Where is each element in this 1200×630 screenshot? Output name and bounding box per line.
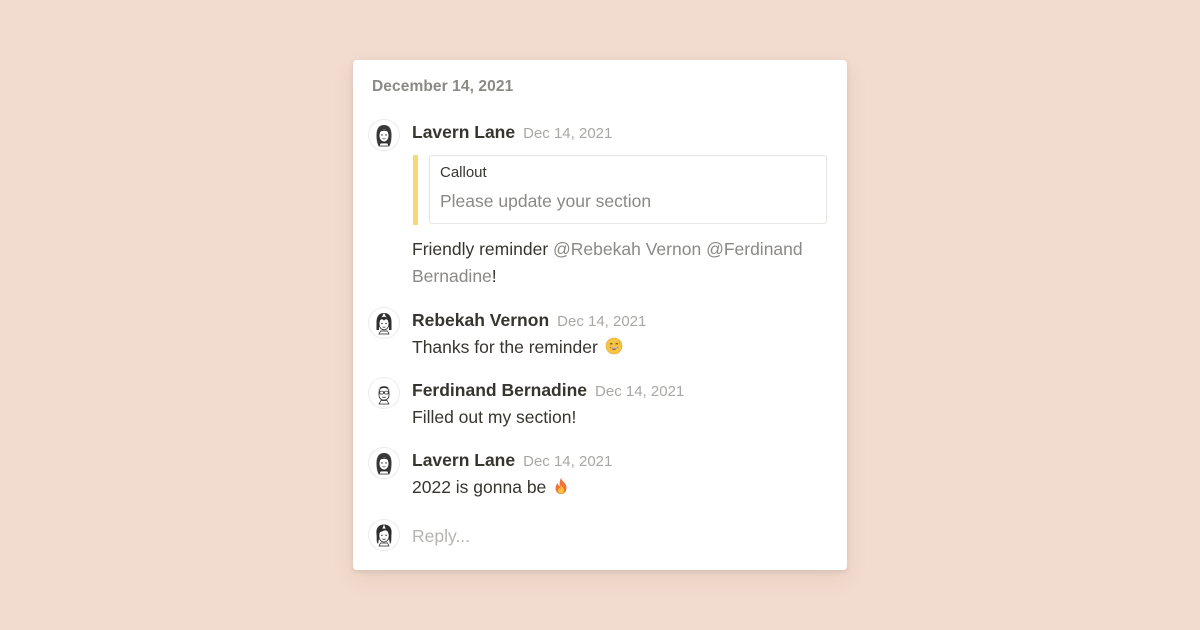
smiling-face-with-sweat-emoji-icon	[605, 336, 623, 363]
callout-accent-bar	[413, 155, 418, 225]
comment-timestamp: Dec 14, 2021	[523, 453, 613, 470]
comment-text: Filled out my section!	[412, 407, 577, 427]
woman-long-hair-avatar-icon[interactable]	[369, 448, 399, 478]
comment-body: Filled out my section!	[412, 404, 832, 431]
reply-row	[353, 520, 847, 552]
comment-timestamp: Dec 14, 2021	[595, 383, 685, 400]
comment-body: Friendly reminder @Rebekah Vernon @Ferdi…	[412, 236, 832, 290]
woman-bangs-avatar-icon[interactable]	[369, 308, 399, 338]
thread-date-header: December 14, 2021	[372, 78, 514, 95]
callout-title: Callout	[440, 164, 487, 181]
comment-text: 2022 is gonna be	[412, 477, 547, 497]
comment-author[interactable]: Rebekah Vernon	[412, 310, 549, 330]
callout-box[interactable]: Callout Please update your section	[429, 155, 827, 224]
comment-body: 2022 is gonna be	[412, 474, 832, 503]
comment-header: Ferdinand Bernadine Dec 14, 2021	[412, 378, 684, 404]
reply-input[interactable]	[412, 523, 827, 549]
comment-text-end: !	[491, 266, 497, 286]
callout-block[interactable]: Callout Please update your section	[413, 155, 828, 225]
comment-header: Rebekah Vernon Dec 14, 2021	[412, 308, 646, 334]
comment-author[interactable]: Lavern Lane	[412, 450, 515, 470]
comment-author[interactable]: Ferdinand Bernadine	[412, 380, 587, 400]
mention-rebekah-vernon[interactable]: @Rebekah Vernon	[553, 239, 701, 259]
comment-header: Lavern Lane Dec 14, 2021	[412, 120, 612, 146]
comment-header: Lavern Lane Dec 14, 2021	[412, 448, 612, 474]
comment-timestamp: Dec 14, 2021	[523, 125, 613, 142]
callout-placeholder: Please update your section	[440, 191, 652, 211]
comment-body: Thanks for the reminder	[412, 334, 832, 363]
fire-emoji-icon	[553, 476, 569, 503]
comment-text: Friendly reminder	[412, 239, 554, 259]
woman-long-hair-avatar-icon[interactable]	[369, 120, 399, 150]
comment-text: Thanks for the reminder	[412, 337, 598, 357]
comment-thread-card: December 14, 2021 Lavern Lane Dec 14, 202…	[353, 60, 847, 570]
current-user-avatar-icon	[369, 520, 399, 550]
comment-author[interactable]: Lavern Lane	[412, 122, 515, 142]
comment-timestamp: Dec 14, 2021	[557, 313, 647, 330]
man-glasses-avatar-icon[interactable]	[369, 378, 399, 408]
